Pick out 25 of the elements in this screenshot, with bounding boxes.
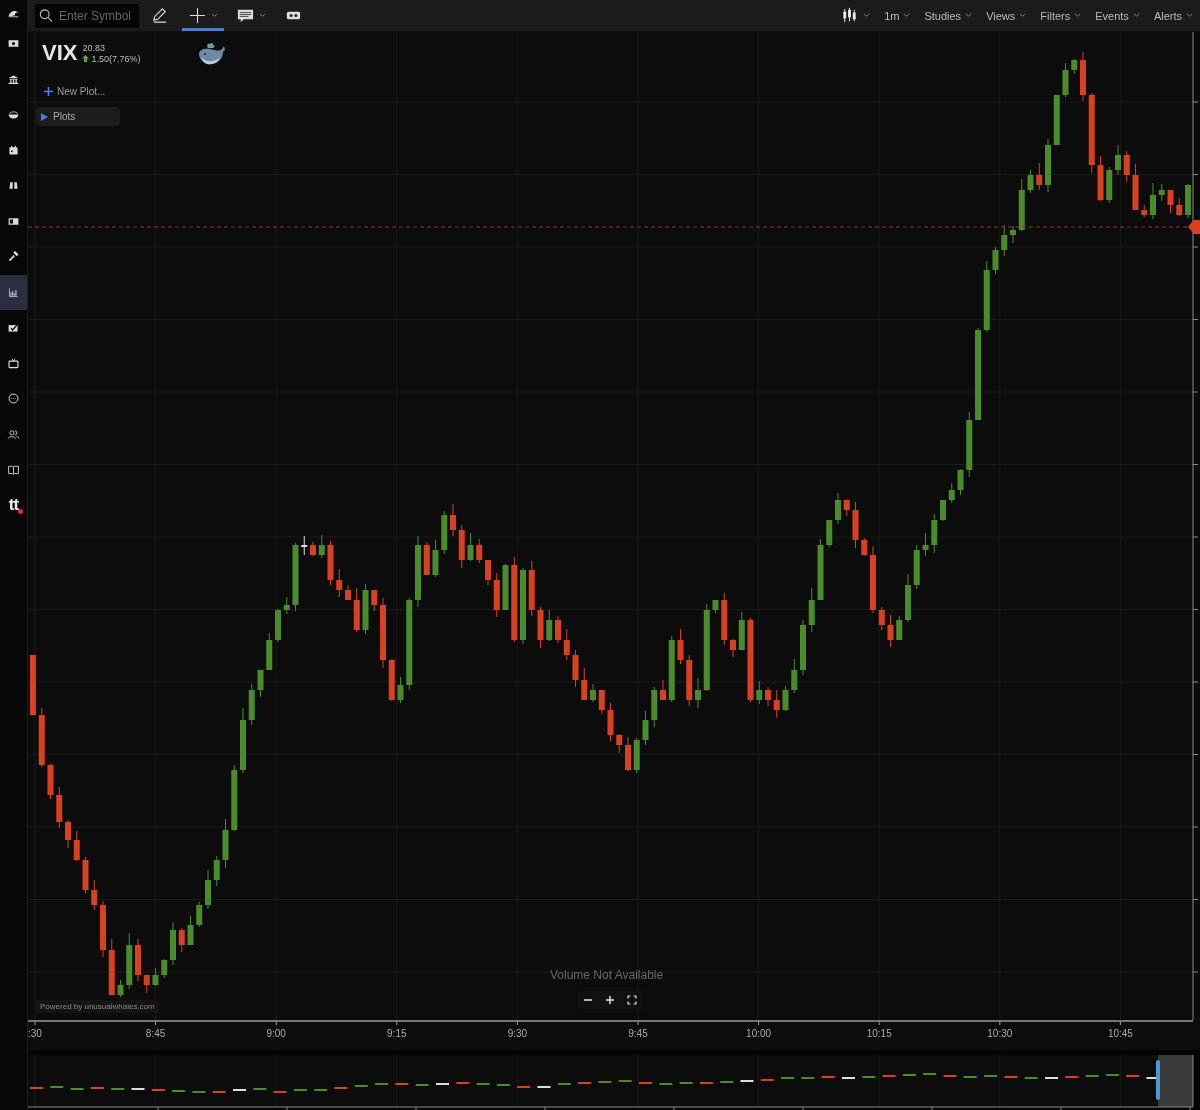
last-price: 20.83 [82, 42, 106, 53]
time-label: 9:30 [507, 1028, 528, 1039]
toolbar-menu[interactable]: Alerts [1146, 3, 1200, 28]
time-label: 10:00 [746, 1028, 772, 1039]
time-label: 9:00 [266, 1028, 286, 1039]
time-label: 10:45 [1107, 1028, 1133, 1039]
ticker-symbol: VIX [42, 40, 78, 66]
time-label: 10:30 [987, 1028, 1013, 1039]
toolbar-menu[interactable]: 1m [877, 3, 918, 28]
plots-toggle[interactable]: Plots [36, 107, 120, 126]
time-label: :30 [28, 1028, 42, 1039]
volume-message: Volume Not Available [550, 968, 664, 982]
time-label: 9:45 [628, 1028, 648, 1039]
time-label: 8:45 [145, 1028, 166, 1039]
time-label: 9:15 [387, 1028, 407, 1039]
toolbar-menu[interactable]: Studies [917, 3, 980, 28]
price-change: 1.50(7.76%) [91, 53, 141, 64]
sidebar-item[interactable]: tt [0, 487, 27, 523]
symbol-search-field[interactable]: Enter Symbol [35, 3, 139, 28]
toolbar-menu[interactable]: Filters [1033, 3, 1089, 28]
toolbar-menu[interactable]: Events [1088, 3, 1147, 28]
toolbar-menu[interactable]: Views [979, 3, 1034, 28]
new-plot-button[interactable]: New Plot... [38, 85, 112, 98]
time-label: 10:15 [866, 1028, 892, 1039]
credit-text: Powered by unusualwhales.com [36, 1000, 159, 1013]
